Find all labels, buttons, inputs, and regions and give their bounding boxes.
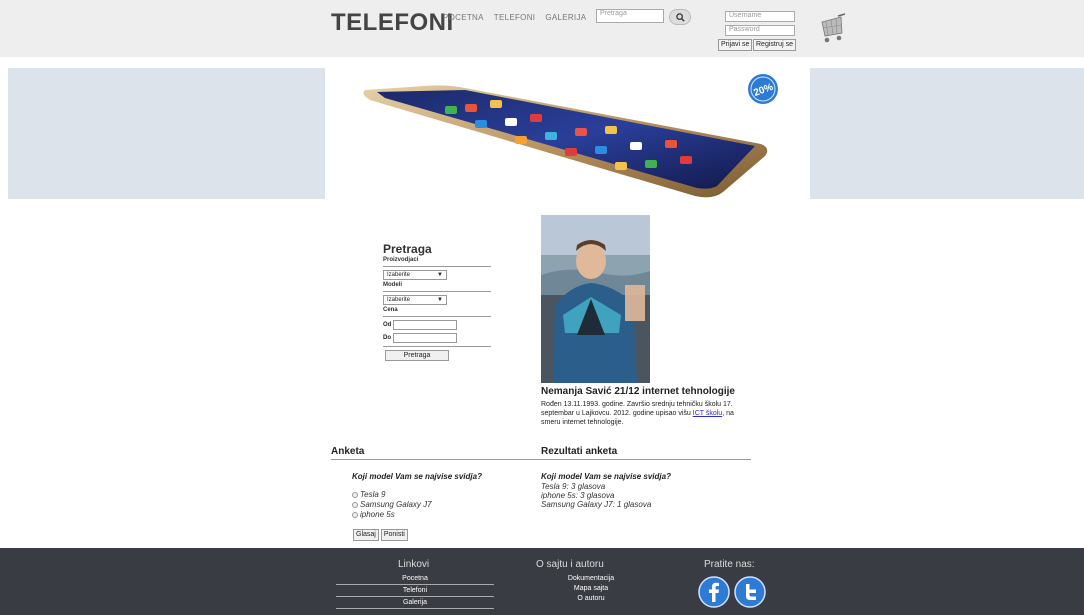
footer-follow-title: Pratite nas: <box>704 559 755 570</box>
survey-question: Koji model Vam se najvise svidja? <box>352 472 482 481</box>
footer-link-telefoni[interactable]: Telefoni <box>336 585 494 597</box>
search-icon <box>675 12 685 22</box>
search-panel: Pretraga Proizvodjaci Izaberite ▼ Modeli … <box>383 242 491 361</box>
footer-links: Pocetna Telefoni Galerija <box>336 573 494 609</box>
search-submit-button[interactable]: Pretraga <box>385 350 449 361</box>
survey-options: Tesla 9 Samsung Galaxy J7 iphone 5s <box>352 490 432 520</box>
search-panel-title: Pretraga <box>383 242 432 256</box>
price-from-input[interactable] <box>393 320 458 330</box>
price-to-label: Do <box>383 335 391 341</box>
footer-about-links: Dokumentacija Mapa sajta O autoru <box>536 574 646 604</box>
survey-option[interactable]: Samsung Galaxy J7 <box>352 500 432 510</box>
survey-option[interactable]: Tesla 9 <box>352 490 432 500</box>
manufacturers-select[interactable]: Izaberite ▼ <box>383 270 447 280</box>
manufacturers-select-value: Izaberite <box>387 272 411 278</box>
nav-item-telefoni[interactable]: TELEFONI <box>494 13 536 22</box>
footer-link-mapa-sajta[interactable]: Mapa sajta <box>536 584 646 594</box>
footer-link-dokumentacija[interactable]: Dokumentacija <box>536 574 646 584</box>
username-field[interactable]: Username <box>725 11 795 22</box>
survey-divider <box>331 459 751 460</box>
price-from-label: Od <box>383 322 392 328</box>
price-label: Cena <box>383 307 398 313</box>
footer-link-galerija[interactable]: Galerija <box>336 597 494 609</box>
smartphone-image <box>363 85 768 198</box>
radio-button[interactable] <box>352 502 358 508</box>
radio-button[interactable] <box>352 492 358 498</box>
survey-buttons: Glasaj Ponisti <box>353 529 408 541</box>
password-field[interactable]: Password <box>725 25 795 36</box>
divider <box>383 291 491 292</box>
footer-link-pocetna[interactable]: Pocetna <box>336 573 494 585</box>
divider <box>383 316 491 317</box>
discount-badge: 20% <box>748 74 778 104</box>
main-nav: POCETNA TELEFONI GALERIJA <box>443 13 586 22</box>
shopping-cart-icon[interactable] <box>816 13 850 45</box>
models-select[interactable]: Izaberite ▼ <box>383 295 447 305</box>
author-bio: Rođen 13.11.1993. godine. Završio srednj… <box>541 400 751 427</box>
models-label: Modeli <box>383 282 402 288</box>
nav-item-pocetna[interactable]: POCETNA <box>443 13 484 22</box>
price-from-row: Od <box>383 320 491 330</box>
site-logo[interactable]: TELEFONI <box>331 9 454 37</box>
login-button[interactable]: Prijavi se <box>718 39 753 51</box>
search-input[interactable]: Pretraga <box>596 9 664 23</box>
radio-button[interactable] <box>352 512 358 518</box>
divider <box>383 266 491 267</box>
footer-links-title: Linkovi <box>398 559 430 570</box>
survey-title: Anketa <box>331 446 365 457</box>
price-to-row: Do <box>383 333 491 343</box>
chevron-down-icon: ▼ <box>437 297 443 303</box>
footer-about-title: O sajtu i autoru <box>536 559 604 570</box>
author-name: Nemanja Savić 21/12 internet tehnologije <box>541 386 735 397</box>
results-title: Rezultati anketa <box>541 446 618 457</box>
survey-option-label: Samsung Galaxy J7 <box>360 500 432 509</box>
twitter-icon[interactable] <box>734 576 766 608</box>
reset-button[interactable]: Ponisti <box>380 529 408 541</box>
nav-item-galerija[interactable]: GALERIJA <box>545 13 586 22</box>
banner-side-left <box>8 68 325 199</box>
manufacturers-label: Proizvodjaci <box>383 257 419 263</box>
banner-image <box>325 68 810 199</box>
survey-option-label: Tesla 9 <box>360 490 386 499</box>
facebook-icon[interactable] <box>698 576 730 608</box>
result-line: Samsung Galaxy J7: 1 glasova <box>541 500 652 509</box>
author-photo <box>541 215 650 383</box>
price-to-input[interactable] <box>393 333 457 343</box>
chevron-down-icon: ▼ <box>437 272 443 278</box>
results-question: Koji model Vam se najvise svidja? <box>541 472 671 481</box>
result-line: Tesla 9: 3 glasova <box>541 482 606 491</box>
vote-button[interactable]: Glasaj <box>353 529 379 541</box>
result-line: iphone 5s: 3 glasova <box>541 491 615 500</box>
results-list: Tesla 9: 3 glasova iphone 5s: 3 glasova … <box>541 482 651 509</box>
header: TELEFONI POCETNA TELEFONI GALERIJA Pretr… <box>0 0 1084 57</box>
search-button[interactable] <box>669 9 691 25</box>
ict-school-link[interactable]: ICT školu <box>693 410 722 417</box>
survey-option-label: iphone 5s <box>360 510 395 519</box>
divider <box>383 346 491 347</box>
survey-option[interactable]: iphone 5s <box>352 510 432 520</box>
footer-link-o-autoru[interactable]: O autoru <box>536 594 646 604</box>
register-button[interactable]: Registruj se <box>753 39 796 51</box>
models-select-value: Izaberite <box>387 297 411 303</box>
banner-side-right <box>810 68 1084 199</box>
